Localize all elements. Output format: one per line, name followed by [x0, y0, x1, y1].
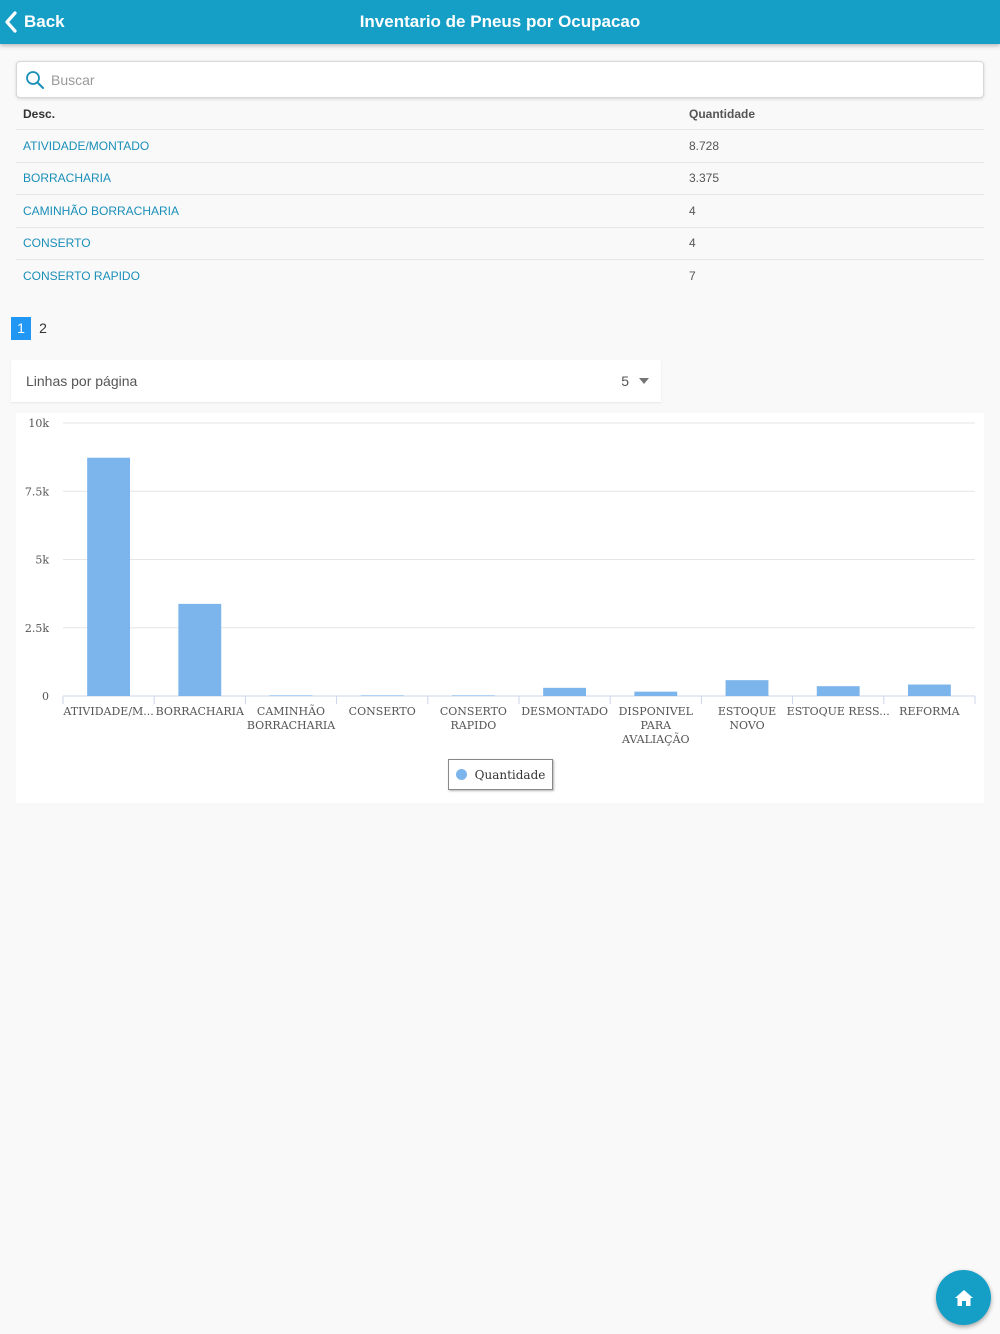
data-table: Desc. Quantidade ATIVIDADE/MONTADO 8.728… [16, 98, 984, 292]
search-bar [16, 61, 984, 98]
page-title: Inventario de Pneus por Ocupacao [359, 12, 641, 31]
back-button[interactable]: Back [4, 0, 65, 44]
chevron-left-icon [5, 11, 17, 33]
rows-per-page-select[interactable]: 5 [621, 360, 649, 402]
app-header: Back Inventario de Pneus por Ocupacao [0, 0, 1000, 44]
row-desc[interactable]: CONSERTO [16, 236, 682, 250]
bar [87, 457, 131, 696]
x-category-label: DISPONIVEL [619, 705, 694, 718]
row-desc[interactable]: BORRACHARIA [16, 171, 682, 185]
legend-label: Quantidade [474, 767, 546, 782]
bar [634, 691, 678, 696]
y-tick-label: 2.5k [25, 622, 49, 635]
legend-marker [455, 769, 467, 780]
table-row[interactable]: ATIVIDADE/MONTADO 8.728 [16, 130, 984, 163]
y-tick-label: 0 [42, 690, 49, 703]
row-desc[interactable]: CONSERTO RAPIDO [16, 269, 682, 283]
x-category-label: RAPIDO [450, 719, 496, 732]
x-category-label: PARA [641, 719, 673, 732]
row-desc[interactable]: CAMINHÃO BORRACHARIA [16, 204, 682, 218]
row-quantidade: 7 [689, 269, 696, 284]
x-category-label: ATIVIDADE/M... [62, 705, 153, 718]
row-desc[interactable]: ATIVIDADE/MONTADO [16, 139, 682, 153]
table-row[interactable]: BORRACHARIA 3.375 [16, 163, 984, 196]
x-category-label: AVALIAÇÃO [621, 732, 690, 746]
rows-per-page-label: Linhas por página [26, 373, 138, 389]
x-category-label: BORRACHARIA [156, 705, 245, 718]
y-tick-label: 5k [35, 554, 49, 567]
row-quantidade: 3.375 [689, 171, 720, 186]
x-category-label: REFORMA [899, 705, 961, 718]
bar-chart: 0 2.5k 5k 7.5k 10k ATIVIDADE/M... BORRACHARIA C… [16, 413, 984, 803]
home-icon [954, 1289, 973, 1306]
table-row[interactable]: CONSERTO RAPIDO 7 [16, 260, 984, 292]
row-quantidade: 4 [689, 203, 696, 218]
x-category-label: ESTOQUE RESS... [787, 705, 890, 718]
x-category-label: CAMINHÃO [257, 704, 325, 718]
bar [816, 686, 860, 696]
bar [451, 695, 495, 696]
rows-per-page-control: Linhas por página 5 [11, 360, 661, 402]
x-category-label: BORRACHARIA [247, 719, 336, 732]
table-row[interactable]: CONSERTO 4 [16, 228, 984, 260]
page-button-1[interactable]: 1 [11, 317, 31, 340]
row-quantidade: 8.728 [689, 139, 720, 154]
search-icon [26, 70, 44, 89]
bar [269, 695, 313, 696]
y-tick-label: 7.5k [25, 485, 49, 498]
column-header-quantidade[interactable]: Quantidade [682, 107, 755, 121]
search-input[interactable] [51, 71, 951, 88]
y-tick-label: 10k [28, 417, 49, 430]
x-category-label: DESMONTADO [521, 705, 608, 718]
bar [907, 684, 951, 696]
chart-legend[interactable]: Quantidade [448, 759, 553, 790]
bar [543, 687, 587, 696]
page-button-2[interactable]: 2 [33, 317, 53, 340]
bar [178, 603, 222, 696]
chart-canvas: 02.5k5k7.5k10kATIVIDADE/M... BORRACHARIA C… [25, 417, 976, 746]
bar [360, 695, 404, 696]
caret-down-icon [639, 378, 649, 384]
column-header-desc[interactable]: Desc. [16, 107, 682, 121]
x-category-label: CONSERTO [440, 705, 507, 718]
home-button[interactable] [936, 1270, 991, 1325]
rows-per-page-value: 5 [621, 373, 629, 389]
x-category-label: CONSERTO [349, 705, 416, 718]
back-label: Back [24, 12, 65, 31]
row-quantidade: 4 [689, 236, 696, 251]
x-category-label: ESTOQUE [718, 705, 776, 718]
table-header-row: Desc. Quantidade [16, 98, 984, 131]
pagination: 1 2 [11, 317, 55, 340]
table-row[interactable]: CAMINHÃO BORRACHARIA 4 [16, 195, 984, 228]
x-category-label: NOVO [729, 719, 764, 732]
bar [725, 680, 769, 696]
